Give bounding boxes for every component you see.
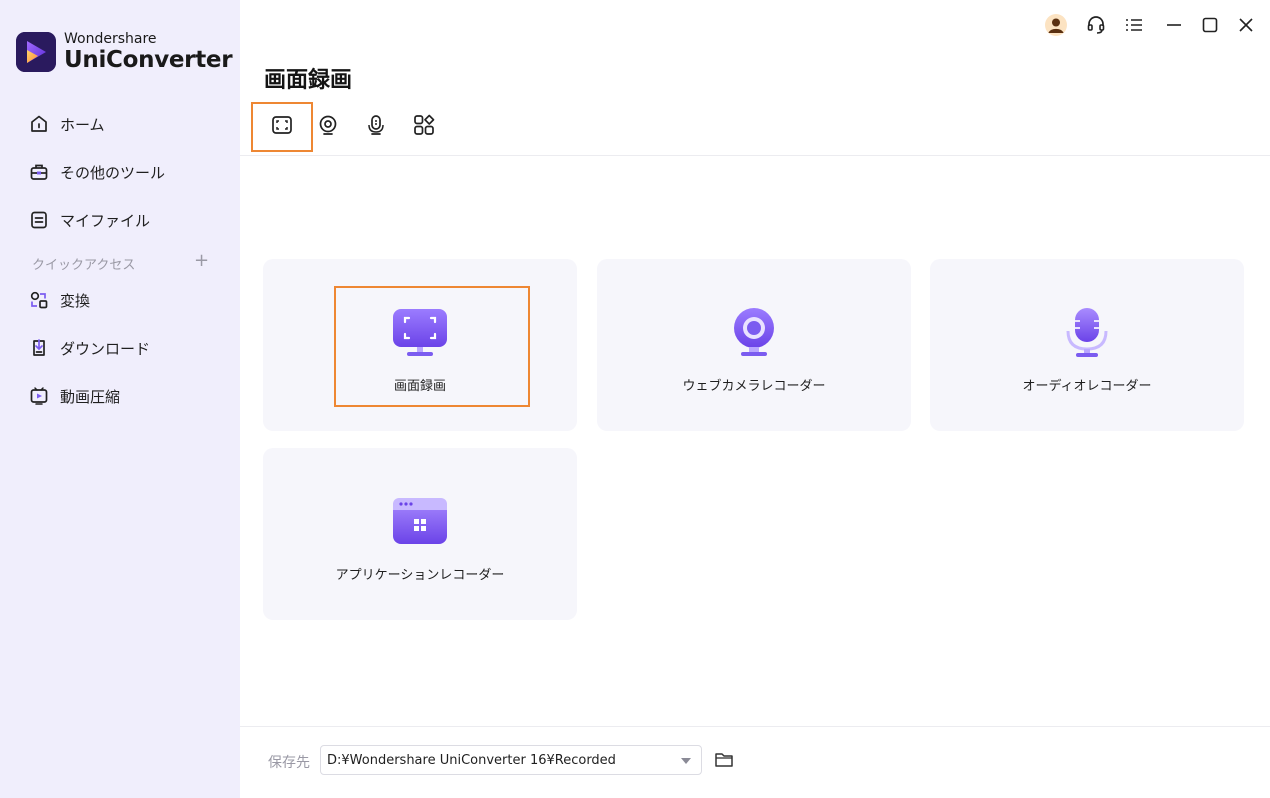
app-logo: Wondershare UniConverter <box>16 31 233 73</box>
selection-highlight <box>334 286 530 407</box>
footer-divider <box>240 726 1270 727</box>
product-name: UniConverter <box>64 47 233 73</box>
close-icon[interactable] <box>1234 13 1258 37</box>
chevron-down-icon <box>681 758 691 764</box>
menu-icon[interactable] <box>1122 13 1146 37</box>
audio-tab-icon <box>364 113 388 141</box>
sidebar-item-compress[interactable]: 動画圧縮 <box>28 385 120 407</box>
sidebar-item-download[interactable]: ダウンロード <box>28 337 150 359</box>
sidebar-item-convert[interactable]: 変換 <box>28 289 90 311</box>
app-window-icon <box>391 496 449 550</box>
tab-audio[interactable] <box>352 104 400 150</box>
card-webcam-recorder[interactable]: ウェブカメラレコーダー <box>597 259 911 431</box>
save-location-select[interactable]: D:¥Wondershare UniConverter 16¥Recorded <box>320 745 702 775</box>
tab-apps[interactable] <box>400 104 448 150</box>
card-screen-record[interactable]: 画面録画 <box>263 259 577 431</box>
compress-icon <box>28 385 50 407</box>
sidebar-item-home[interactable]: ホーム <box>28 113 105 135</box>
quick-access-add-button[interactable]: + <box>194 250 209 271</box>
sidebar-item-other-tools[interactable]: その他のツール <box>28 161 165 183</box>
card-label: オーディオレコーダー <box>1022 379 1152 394</box>
brand-name: Wondershare <box>64 31 157 47</box>
home-icon <box>28 113 50 135</box>
save-location-value: D:¥Wondershare UniConverter 16¥Recorded <box>327 753 616 768</box>
maximize-icon[interactable] <box>1198 13 1222 37</box>
save-location-label: 保存先 <box>268 755 310 771</box>
screen-record-tab-icon <box>270 113 294 141</box>
sidebar-item-label: マイファイル <box>60 211 151 230</box>
sidebar-item-label: ホーム <box>60 115 105 134</box>
folder-icon[interactable] <box>714 751 736 771</box>
card-audio-recorder[interactable]: オーディオレコーダー <box>930 259 1244 431</box>
quick-access-label: クイックアクセス <box>32 258 136 273</box>
card-label: ウェブカメラレコーダー <box>682 379 826 394</box>
tab-divider <box>240 155 1270 156</box>
avatar-icon[interactable] <box>1044 13 1068 37</box>
sidebar-item-my-files[interactable]: マイファイル <box>28 209 150 231</box>
webcam-icon <box>725 307 783 361</box>
card-application-recorder[interactable]: アプリケーションレコーダー <box>263 448 577 620</box>
microphone-icon <box>1058 307 1116 361</box>
sidebar: Wondershare UniConverter ホーム その他のツール マイフ… <box>0 0 240 798</box>
webcam-tab-icon <box>316 113 340 141</box>
uniconverter-logo-icon <box>16 32 56 72</box>
download-icon <box>28 337 50 359</box>
toolbox-icon <box>28 161 50 183</box>
sidebar-item-label: ダウンロード <box>60 339 151 358</box>
apps-tab-icon <box>412 113 436 141</box>
page-title: 画面録画 <box>264 68 353 93</box>
headset-icon[interactable] <box>1084 13 1108 37</box>
card-label: アプリケーションレコーダー <box>335 568 505 583</box>
sidebar-item-label: その他のツール <box>60 163 166 182</box>
tab-webcam[interactable] <box>304 104 352 150</box>
minimize-icon[interactable] <box>1162 13 1186 37</box>
sidebar-item-label: 動画圧縮 <box>60 387 121 406</box>
file-icon <box>28 209 50 231</box>
convert-icon <box>28 289 50 311</box>
sidebar-item-label: 変換 <box>60 291 91 310</box>
